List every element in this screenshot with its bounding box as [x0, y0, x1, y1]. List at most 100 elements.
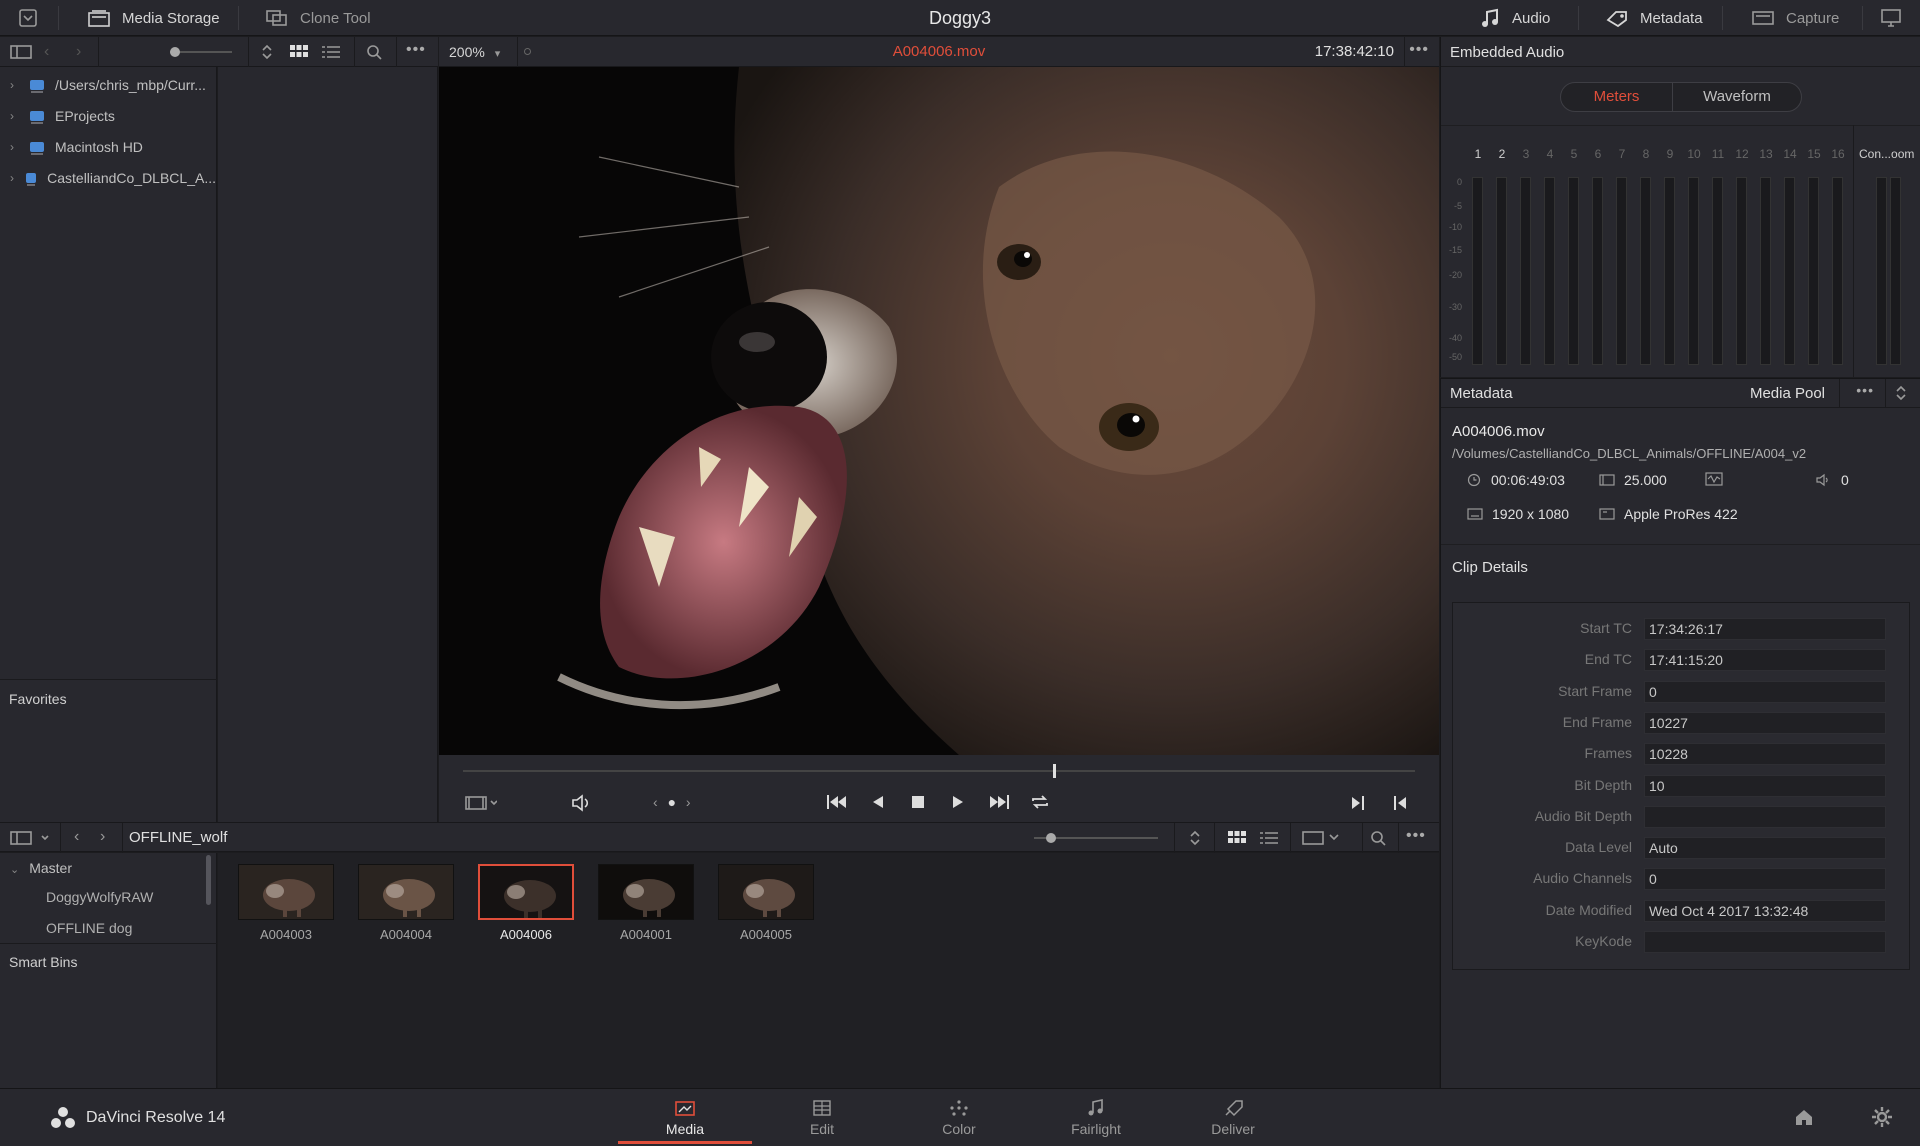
embedded-audio-panel: Embedded Audio Meters Waveform Con...oom — [1440, 37, 1920, 377]
metadata-view-button[interactable] — [1302, 831, 1342, 845]
play-button[interactable] — [947, 793, 969, 811]
viewer-options-button[interactable]: ••• — [1409, 41, 1429, 59]
clip-name: A004006 — [499, 927, 553, 942]
thumbnail-size-slider[interactable] — [170, 47, 232, 57]
metadata-options-button[interactable]: ••• — [1856, 382, 1874, 398]
storage-options-button[interactable]: ••• — [406, 41, 426, 59]
home-button[interactable] — [1793, 1107, 1815, 1127]
bin-list-scrollbar[interactable] — [206, 855, 211, 905]
storage-location-item[interactable]: › /Users/chris_mbp/Curr... — [0, 69, 216, 100]
page-tab-media[interactable]: Media — [618, 1089, 752, 1146]
skip-to-end-icon — [990, 795, 1009, 809]
metadata-button[interactable]: Metadata — [1606, 0, 1703, 36]
storage-location-item[interactable]: › EProjects — [0, 100, 216, 131]
clip-detail-field[interactable]: 0 — [1644, 868, 1886, 891]
go-to-start-button[interactable] — [825, 793, 849, 811]
bin-list-toggle-button[interactable] — [10, 830, 50, 846]
play-reverse-button[interactable] — [867, 793, 889, 811]
channel-number: 3 — [1522, 147, 1530, 161]
tab-waveform[interactable]: Waveform — [1673, 83, 1801, 111]
metadata-sort-button[interactable] — [1894, 385, 1908, 401]
clip-detail-field[interactable]: 10227 — [1644, 711, 1886, 734]
skip-to-start-icon — [827, 795, 846, 809]
clip-thumbnail[interactable] — [718, 864, 814, 920]
settings-button[interactable] — [1871, 1106, 1893, 1128]
clip-thumbnail[interactable] — [238, 864, 334, 920]
slider-handle[interactable] — [170, 47, 180, 57]
channel-meter — [1472, 177, 1483, 365]
channel-number: 11 — [1711, 147, 1725, 161]
go-to-end-button[interactable] — [987, 793, 1011, 811]
chevron-right-icon: › — [10, 77, 14, 92]
audio-button[interactable]: Audio — [1480, 0, 1550, 36]
loop-button[interactable] — [1029, 793, 1051, 811]
scrubber-bar[interactable] — [463, 764, 1415, 778]
audio-view-toggle: Meters Waveform — [1560, 82, 1802, 112]
thumbnail-view-button[interactable] — [290, 45, 308, 59]
mark-in-button[interactable] — [1349, 794, 1367, 812]
audio-mute-button[interactable] — [571, 794, 593, 812]
jog-control[interactable]: ‹ ● › — [653, 794, 691, 810]
sort-button[interactable] — [260, 44, 274, 60]
nav-back-button[interactable]: ‹ — [44, 43, 49, 61]
clip-thumbnail[interactable] — [358, 864, 454, 920]
storage-location-item[interactable]: › Macintosh HD — [0, 131, 216, 162]
clone-tool-button[interactable]: Clone Tool — [266, 0, 371, 36]
clip-detail-field[interactable]: 10 — [1644, 774, 1886, 797]
nav-forward-button[interactable]: › — [76, 43, 81, 61]
clip-detail-field[interactable]: 0 — [1644, 680, 1886, 703]
master-bin[interactable]: ⌄ Master — [10, 860, 72, 876]
pool-sort-button[interactable] — [1188, 830, 1202, 846]
film-icon — [1599, 474, 1615, 486]
search-icon — [367, 45, 382, 60]
pool-thumbnail-view-button[interactable] — [1228, 831, 1246, 845]
clip-detail-field[interactable]: Wed Oct 4 2017 13:32:48 — [1644, 899, 1886, 922]
search-button[interactable] — [366, 44, 382, 60]
capture-button[interactable]: Capture — [1752, 0, 1839, 36]
mark-out-button[interactable] — [1391, 794, 1409, 812]
speaker-icon — [572, 794, 589, 812]
media-storage-button[interactable]: Media Storage — [88, 0, 220, 36]
chevron-right-icon: › — [10, 170, 14, 185]
list-view-button[interactable] — [322, 45, 340, 59]
bin-forward-button[interactable]: › — [100, 828, 105, 846]
playhead[interactable] — [1053, 764, 1057, 778]
pool-list-view-button[interactable] — [1260, 831, 1278, 845]
fullscreen-button[interactable] — [1880, 0, 1902, 36]
stop-button[interactable] — [907, 793, 929, 811]
metadata-source-label[interactable]: Media Pool — [1750, 385, 1825, 402]
page-tab-edit[interactable]: Edit — [755, 1089, 889, 1146]
storage-location-item[interactable]: › CastelliandCo_DLBCL_A... — [0, 162, 216, 193]
slider-handle[interactable] — [1046, 833, 1056, 843]
clip-detail-field[interactable] — [1644, 805, 1886, 828]
page-tab-deliver[interactable]: Deliver — [1166, 1089, 1300, 1146]
viewer-mode-button[interactable] — [465, 795, 497, 811]
bin-item-offline-dog[interactable]: OFFLINE dog — [46, 920, 132, 936]
bin-item-doggywolfyraw[interactable]: DoggyWolfyRAW — [46, 889, 153, 905]
viewer-image[interactable] — [439, 67, 1439, 755]
play-icon — [953, 796, 963, 808]
clip-size-slider[interactable] — [1034, 833, 1158, 843]
workspace-menu-button[interactable] — [14, 0, 42, 36]
storage-browser-panel — [218, 67, 438, 822]
clip-detail-field[interactable]: 10228 — [1644, 743, 1886, 766]
clip-thumbnail[interactable] — [478, 864, 574, 920]
clip-thumbnail[interactable] — [598, 864, 694, 920]
sidebar-toggle-button[interactable] — [10, 44, 32, 60]
loop-icon — [1032, 795, 1048, 809]
control-room-meter-right — [1890, 177, 1901, 365]
page-tab-fairlight[interactable]: Fairlight — [1029, 1089, 1163, 1146]
chevron-down-box-icon — [19, 9, 37, 27]
clip-detail-field[interactable]: 17:41:15:20 — [1644, 649, 1886, 672]
bin-back-button[interactable]: ‹ — [74, 828, 79, 846]
clip-detail-field[interactable]: Auto — [1644, 837, 1886, 860]
clip-detail-field[interactable]: 17:34:26:17 — [1644, 618, 1886, 640]
pool-search-button[interactable] — [1370, 830, 1386, 846]
tab-meters[interactable]: Meters — [1561, 83, 1673, 111]
clip-detail-label: End Frame — [1562, 713, 1632, 730]
pool-options-button[interactable]: ••• — [1406, 827, 1426, 845]
clip-detail-field[interactable] — [1644, 931, 1886, 953]
chevron-right-icon: › — [10, 139, 14, 154]
chevron-right-icon: › — [685, 794, 691, 810]
page-tab-color[interactable]: Color — [892, 1089, 1026, 1146]
